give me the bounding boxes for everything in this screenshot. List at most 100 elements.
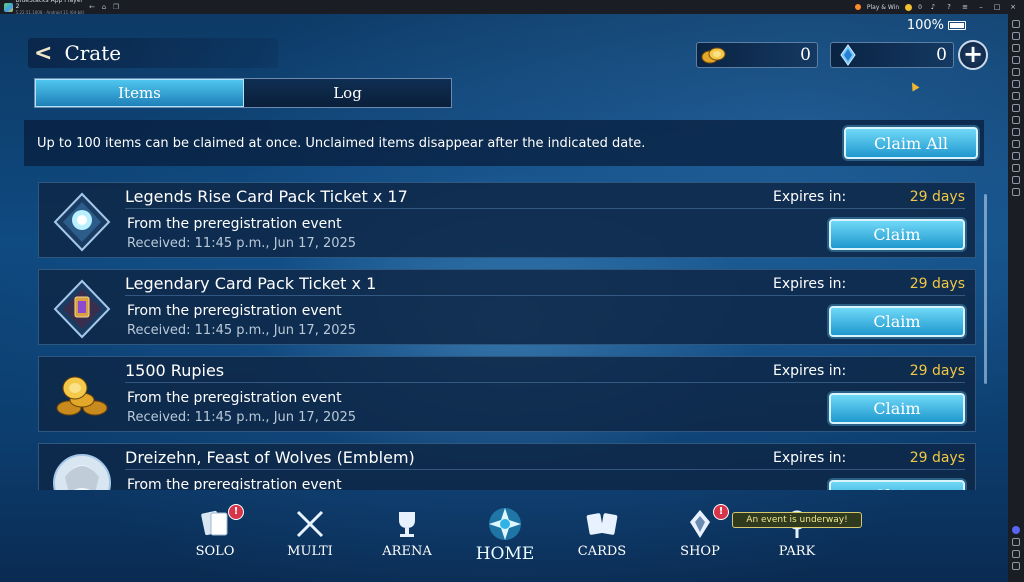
expires-label: Expires in: <box>773 363 847 379</box>
nav-label: PARK <box>778 544 816 559</box>
rotate-icon[interactable] <box>1012 128 1020 136</box>
minimize-icon[interactable]: – <box>976 3 986 11</box>
crate-item-list: Legends Rise Card Pack Ticket x 17 From … <box>36 182 978 490</box>
help-icon[interactable]: ? <box>944 3 954 11</box>
shake-icon[interactable] <box>1012 116 1020 124</box>
screenshot-icon[interactable] <box>1012 68 1020 76</box>
close-icon[interactable]: × <box>1008 3 1018 11</box>
more-icon[interactable] <box>1012 188 1020 196</box>
crystal-icon <box>835 44 861 66</box>
settings-gear-icon[interactable] <box>1012 538 1020 546</box>
nav-label: HOME <box>475 544 535 564</box>
item-received: Received: 11:45 p.m., Jun 17, 2025 <box>127 323 357 338</box>
home-icon[interactable]: ⌂ <box>98 3 110 11</box>
claim-button[interactable]: Claim <box>829 219 965 250</box>
nav-label: CARDS <box>577 544 627 559</box>
claim-button[interactable]: Claim <box>829 480 965 490</box>
trophy-icon <box>387 506 427 542</box>
nav-label: SOLO <box>195 544 235 559</box>
bluestacks-logo-icon <box>4 2 13 12</box>
play-win-link[interactable]: Play & Win <box>867 4 899 11</box>
gold-coins-icon <box>701 44 727 66</box>
tab-log[interactable]: Log <box>244 79 451 107</box>
sidebar-back-icon[interactable] <box>1012 550 1020 558</box>
crystal-currency: 0 <box>830 42 954 68</box>
folder-icon[interactable] <box>1012 104 1020 112</box>
battery-status: 100% <box>907 18 966 33</box>
list-item: Legends Rise Card Pack Ticket x 17 From … <box>38 182 976 258</box>
event-banner[interactable]: An event is underway! <box>732 512 862 528</box>
nav-label: SHOP <box>680 544 720 559</box>
battery-icon <box>948 21 966 30</box>
nav-shop[interactable]: SHOP ! <box>665 504 735 570</box>
coin-count: 0 <box>918 3 922 11</box>
nav-home[interactable]: HOME <box>470 506 540 570</box>
nav-label: MULTI <box>287 544 333 559</box>
nav-cards[interactable]: CARDS <box>567 506 637 570</box>
volume-icon[interactable] <box>1012 32 1020 40</box>
list-item: Dreizehn, Feast of Wolves (Emblem) From … <box>38 443 976 490</box>
expand-icon[interactable] <box>1012 20 1020 28</box>
claim-all-button[interactable]: Claim All <box>844 127 978 159</box>
sidebar-home-icon[interactable] <box>1012 562 1020 570</box>
maximize-icon[interactable]: □ <box>992 3 1002 11</box>
apk-icon[interactable] <box>1012 92 1020 100</box>
eco-mode-icon[interactable] <box>1012 164 1020 172</box>
tab-items[interactable]: Items <box>35 79 244 107</box>
home-emblem-icon <box>485 506 525 542</box>
record-icon[interactable] <box>1012 80 1020 88</box>
claim-button[interactable]: Claim <box>829 393 965 424</box>
list-item: Legendary Card Pack Ticket x 1 From the … <box>38 269 976 345</box>
emblem-portrait-icon <box>49 452 115 490</box>
emulator-sidebar <box>1008 14 1024 582</box>
claim-button[interactable]: Claim <box>829 306 965 337</box>
item-name: Legends Rise Card Pack Ticket x 17 <box>125 187 408 206</box>
gold-currency: 0 <box>696 42 818 68</box>
crate-tabs: Items Log <box>34 78 452 108</box>
claim-info-bar: Up to 100 items can be claimed at once. … <box>24 120 984 166</box>
emulator-title-bar: BlueStacks App Player 2 5.22.51.1008 - A… <box>0 0 1024 15</box>
divider <box>125 469 965 470</box>
mouse-cursor-icon <box>908 80 920 92</box>
gold-amount: 0 <box>800 45 811 65</box>
cards-icon <box>582 506 622 542</box>
expires-value: 29 days <box>909 189 965 205</box>
expires-label: Expires in: <box>773 450 847 466</box>
item-source: From the preregistration event <box>127 477 342 490</box>
tabs-icon[interactable]: ❐ <box>110 3 122 11</box>
legendary-ticket-icon <box>49 278 115 340</box>
alert-badge: ! <box>713 504 729 520</box>
alert-badge: ! <box>228 504 244 520</box>
discord-icon[interactable] <box>1012 526 1020 534</box>
multi-instance-icon[interactable] <box>1012 152 1020 160</box>
item-name: Dreizehn, Feast of Wolves (Emblem) <box>125 448 415 467</box>
divider <box>125 208 965 209</box>
crystal-amount: 0 <box>936 45 947 65</box>
list-scrollbar[interactable] <box>984 194 987 384</box>
item-source: From the preregistration event <box>127 216 342 232</box>
back-arrow-icon[interactable]: ← <box>86 3 98 11</box>
app-name: BlueStacks App Player 2 <box>15 0 83 10</box>
item-name: 1500 Rupies <box>125 361 225 380</box>
expires-value: 29 days <box>909 363 965 379</box>
add-crystal-button[interactable]: + <box>958 40 988 70</box>
bell-icon[interactable]: ♪ <box>928 3 938 11</box>
nav-arena[interactable]: ARENA <box>372 506 442 570</box>
nav-solo[interactable]: SOLO ! <box>180 504 250 570</box>
item-name: Legendary Card Pack Ticket x 1 <box>125 274 377 293</box>
page-header: < Crate <box>28 38 278 68</box>
location-icon[interactable] <box>1012 176 1020 184</box>
item-received: Received: 11:45 p.m., Jun 17, 2025 <box>127 236 357 251</box>
coin-icon <box>905 3 913 11</box>
battery-percent: 100% <box>906 18 944 33</box>
nav-label: ARENA <box>382 544 432 559</box>
item-source: From the preregistration event <box>127 390 342 406</box>
menu-icon[interactable]: ≡ <box>960 3 970 11</box>
nav-multi[interactable]: MULTI <box>275 506 345 570</box>
expires-label: Expires in: <box>773 276 847 292</box>
back-chevron-icon[interactable]: < <box>28 41 52 66</box>
macro-icon[interactable] <box>1012 140 1020 148</box>
keyboard-icon[interactable] <box>1012 44 1020 52</box>
expires-value: 29 days <box>909 276 965 292</box>
gamepad-icon[interactable] <box>1012 56 1020 64</box>
